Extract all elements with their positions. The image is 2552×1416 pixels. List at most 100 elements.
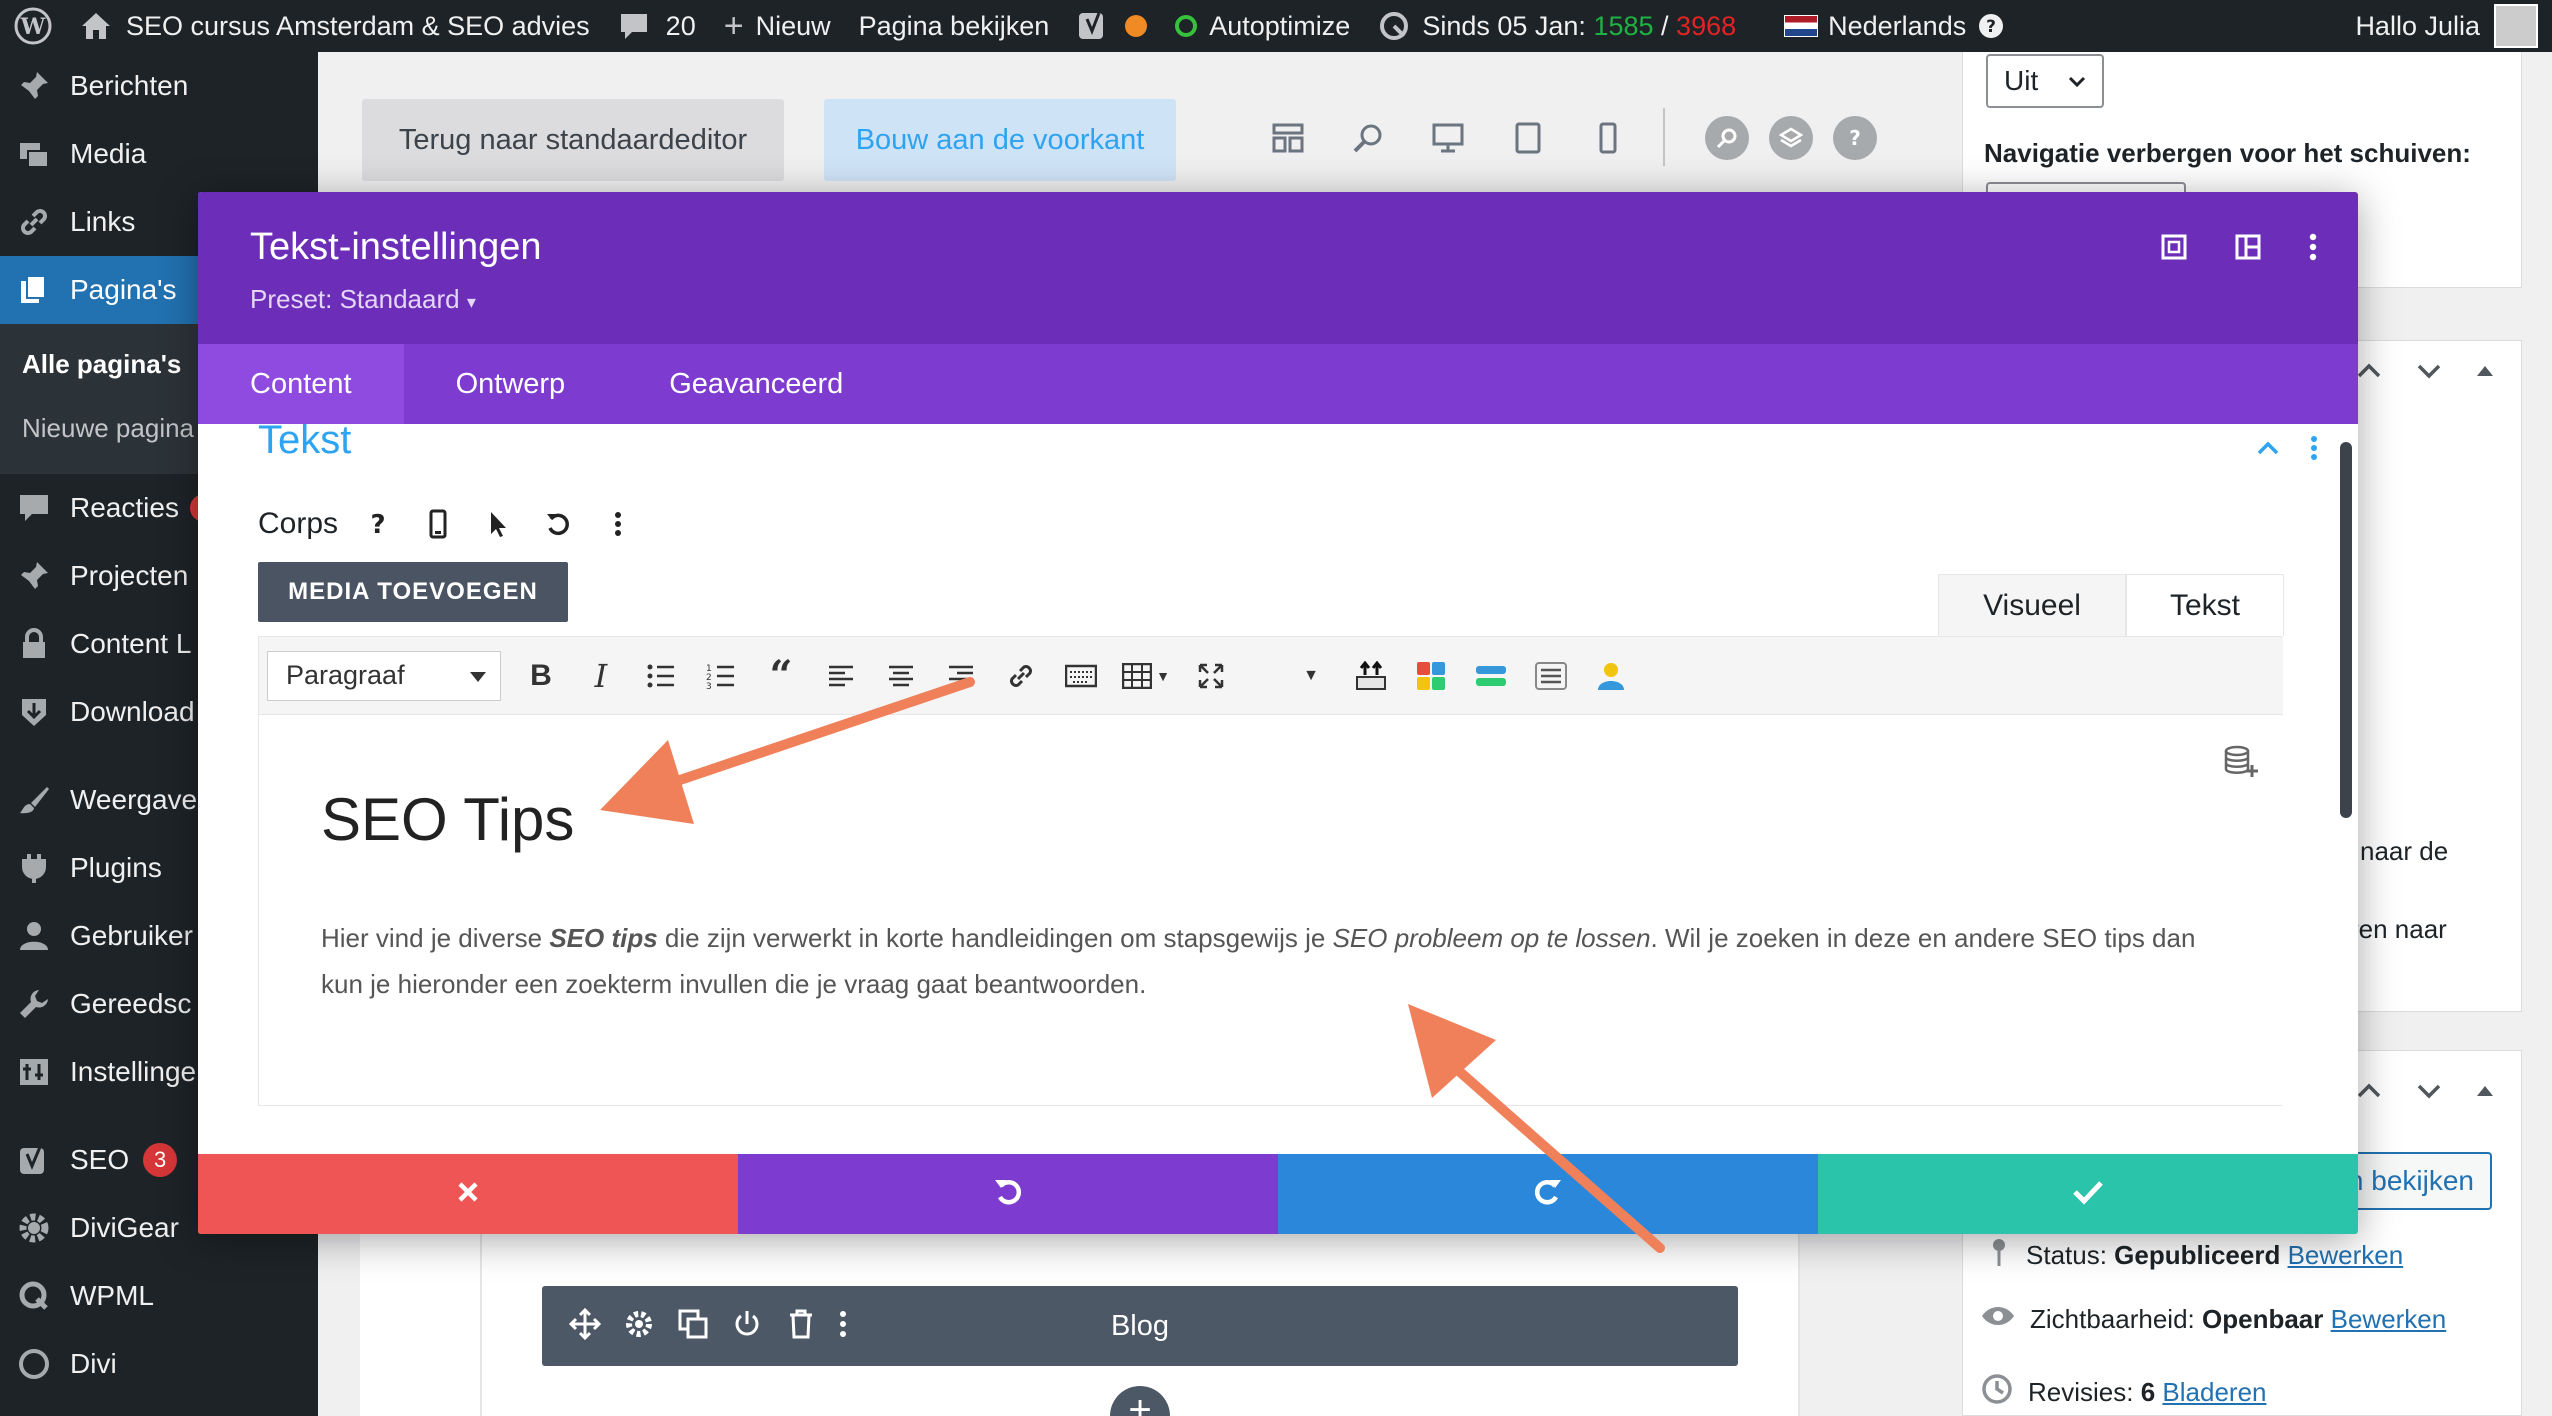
admin-bar: W SEO cursus Amsterdam & SEO advies 20 +… [0, 0, 2552, 52]
zoom-icon[interactable] [1348, 118, 1388, 158]
desktop-view-icon[interactable] [1428, 118, 1468, 158]
discard-button[interactable] [198, 1154, 738, 1234]
seo-score-dot [1125, 15, 1148, 37]
more-options-icon[interactable] [2308, 232, 2318, 267]
new-content-link[interactable]: + Nieuw [710, 0, 845, 52]
preset-selector[interactable]: Preset: Standaard ▾ [250, 284, 476, 315]
tab-visual[interactable]: Visueel [1938, 574, 2126, 636]
wordpress-logo-icon[interactable]: W [0, 0, 66, 52]
tab-advanced[interactable]: Geavanceerd [617, 344, 895, 424]
sidebar-item-media[interactable]: Media [0, 120, 318, 188]
database-add-icon[interactable] [2223, 745, 2259, 784]
tab-content[interactable]: Content [198, 344, 404, 424]
text-block-icon[interactable] [1521, 646, 1581, 706]
fullscreen-icon[interactable] [2160, 233, 2188, 266]
toggle-triangle-icon[interactable] [2474, 1080, 2496, 1107]
tab-design[interactable]: Ontwerp [404, 344, 618, 424]
phone-view-icon[interactable] [1588, 118, 1628, 158]
chevron-up-icon[interactable] [2354, 1076, 2384, 1111]
add-media-button[interactable]: MEDIA TOEVOEGEN [258, 562, 568, 622]
help-icon[interactable]: ? [358, 504, 398, 544]
colored-grid-icon[interactable] [1401, 646, 1461, 706]
align-center-icon[interactable] [871, 646, 931, 706]
trash-icon[interactable] [784, 1307, 818, 1346]
keyboard-icon[interactable] [1051, 646, 1111, 706]
more-dropdown-icon[interactable]: ▼ [1281, 646, 1341, 706]
chevron-up-icon[interactable] [2254, 434, 2282, 467]
layout-icon[interactable] [1268, 118, 1308, 158]
more-options-icon[interactable] [838, 1307, 848, 1346]
account-menu[interactable]: Hallo Julia [2341, 0, 2552, 52]
numbered-list-icon[interactable]: 123 [691, 646, 751, 706]
edit-status-link[interactable]: Bewerken [2288, 1240, 2404, 1271]
edit-visibility-link[interactable]: Bewerken [2331, 1304, 2447, 1335]
navigation-select[interactable]: Uit [1986, 54, 2104, 108]
view-page-link[interactable]: Pagina bekijken [845, 0, 1064, 52]
blog-module[interactable]: Blog [542, 1286, 1738, 1366]
section-controls [2254, 434, 2318, 467]
back-to-standard-editor-button[interactable]: Terug naar standaardeditor [362, 99, 784, 181]
mobile-icon[interactable] [418, 504, 458, 544]
stats-menu[interactable]: Sinds 05 Jan: 1585 / 3968 [1364, 0, 1750, 52]
undo-button[interactable] [738, 1154, 1278, 1234]
search-icon[interactable] [1705, 116, 1749, 160]
more-options-icon[interactable] [2310, 434, 2318, 467]
toggle-triangle-icon[interactable] [2474, 360, 2496, 387]
content-heading: SEO Tips [321, 786, 575, 853]
bullet-list-icon[interactable] [631, 646, 691, 706]
align-right-icon[interactable] [931, 646, 991, 706]
power-icon[interactable] [730, 1307, 764, 1346]
avatar [2494, 4, 2538, 48]
italic-icon[interactable]: I [571, 646, 631, 706]
browse-revisions-link[interactable]: Bladeren [2162, 1377, 2266, 1408]
build-on-front-button[interactable]: Bouw aan de voorkant [824, 99, 1176, 181]
align-left-icon[interactable] [811, 646, 871, 706]
comments-link[interactable]: 20 [604, 0, 710, 52]
layers-icon[interactable] [1769, 116, 1813, 160]
modal-tabs: Content Ontwerp Geavanceerd [198, 344, 2358, 424]
chevron-down-icon[interactable] [2414, 1076, 2444, 1111]
duplicate-icon[interactable] [676, 1307, 710, 1346]
autoptimize-menu[interactable]: Autoptimize [1161, 0, 1364, 52]
redo-button[interactable] [1278, 1154, 1818, 1234]
table-icon[interactable]: ▼ [1111, 646, 1181, 706]
section-title[interactable]: Tekst [258, 418, 351, 463]
move-icon[interactable] [568, 1307, 602, 1346]
hover-cursor-icon[interactable] [478, 504, 518, 544]
close-icon [454, 1178, 482, 1211]
editor-content[interactable]: SEO Tips Hier vind je diverse SEO tips d… [259, 715, 2283, 1105]
user-lock-icon[interactable] [1581, 646, 1641, 706]
format-select[interactable]: Paragraaf [267, 650, 501, 701]
truncated-text-2: ren naar [2350, 914, 2447, 944]
box-2-controls [2354, 356, 2496, 391]
fullscreen-icon[interactable] [1181, 646, 1241, 706]
caret-down-icon [470, 671, 486, 682]
sidebar-item-posts[interactable]: Berichten [0, 52, 318, 120]
tab-text[interactable]: Tekst [2126, 574, 2284, 636]
bold-icon[interactable]: B [511, 646, 571, 706]
reset-icon[interactable] [538, 504, 578, 544]
redo-icon [1532, 1176, 1564, 1213]
tablet-view-icon[interactable] [1508, 118, 1548, 158]
link-icon[interactable] [991, 646, 1051, 706]
save-button[interactable] [1818, 1154, 2358, 1234]
split-view-icon[interactable] [2234, 233, 2262, 266]
more-options-icon[interactable] [598, 504, 638, 544]
help-icon[interactable]: ? [1833, 116, 1877, 160]
checkmark-icon [2071, 1178, 2105, 1211]
svg-text:?: ? [370, 510, 385, 538]
language-switcher[interactable]: Nederlands ? [1770, 0, 2018, 52]
yoast-menu[interactable] [1063, 0, 1161, 52]
blockquote-icon[interactable]: “ [751, 646, 811, 706]
sidebar-item-divi[interactable]: Divi [0, 1330, 318, 1398]
modal-scrollbar[interactable] [2340, 442, 2352, 818]
site-name-link[interactable]: SEO cursus Amsterdam & SEO advies [66, 0, 604, 52]
chevron-down-icon[interactable] [2414, 356, 2444, 391]
chevron-up-icon[interactable] [2354, 356, 2384, 391]
sidebar-item-wpml[interactable]: WPML [0, 1262, 318, 1330]
truncated-text-1: naar de [2360, 836, 2449, 866]
settings-gear-icon[interactable] [622, 1307, 656, 1346]
insert-shortcode-icon[interactable] [1341, 646, 1401, 706]
lock-icon [14, 624, 54, 664]
divider-icon[interactable] [1461, 646, 1521, 706]
